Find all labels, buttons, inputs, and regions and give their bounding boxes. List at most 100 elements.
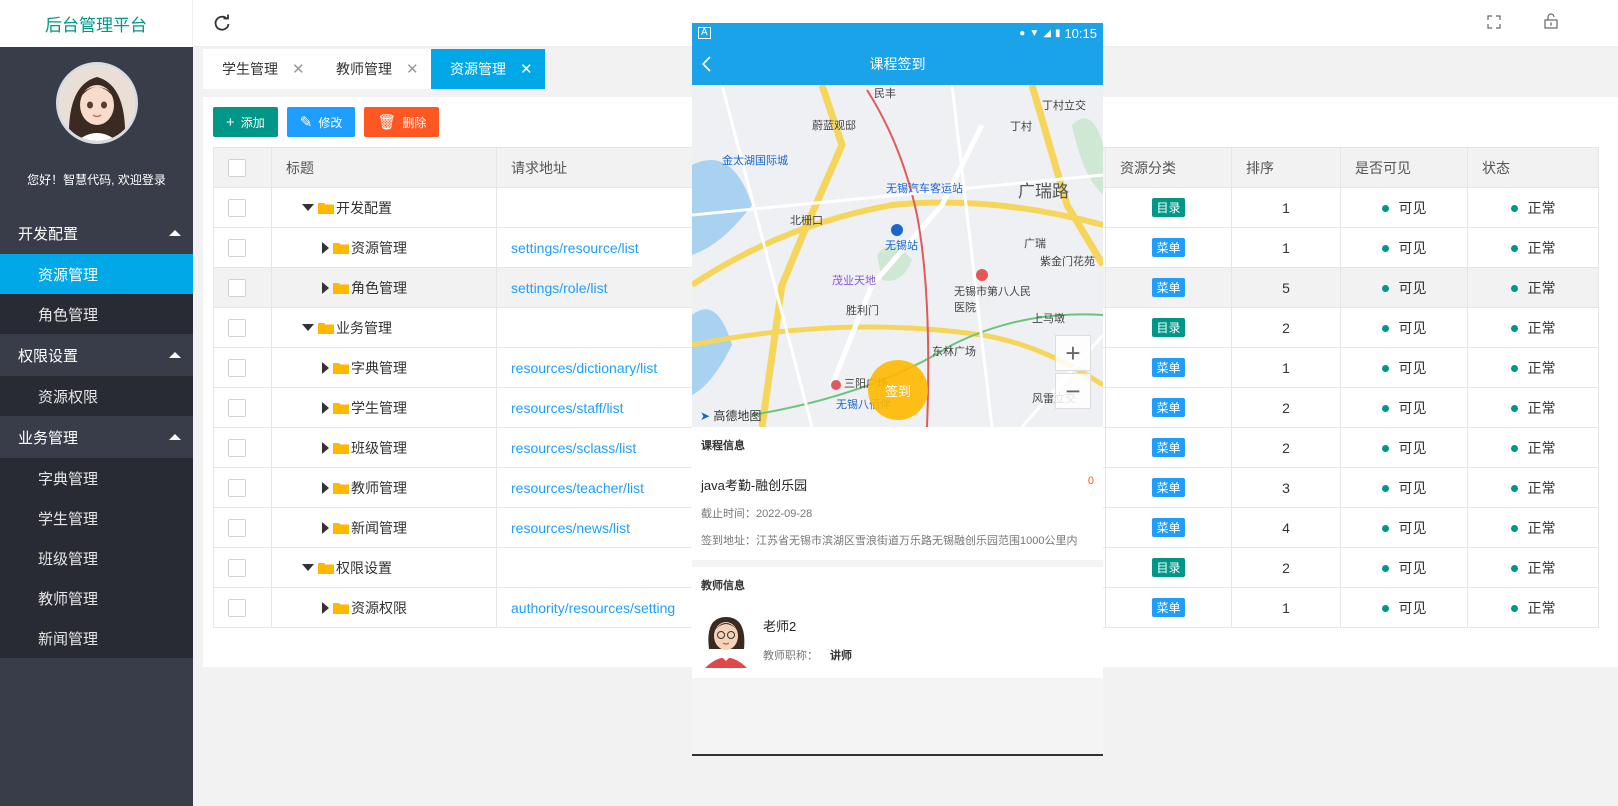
map-label: 广瑞 bbox=[1024, 238, 1046, 250]
tab-resource-management[interactable]: 资源管理 ✕ bbox=[431, 49, 545, 89]
checkin-button[interactable]: 签到 bbox=[868, 360, 928, 420]
caret-down-icon[interactable] bbox=[302, 204, 314, 211]
sidebar-item-resource-management[interactable]: 资源管理 bbox=[0, 254, 193, 294]
row-url[interactable]: resources/sclass/list bbox=[511, 440, 636, 456]
row-title: 开发配置 bbox=[336, 199, 392, 216]
row-checkbox[interactable] bbox=[228, 238, 246, 257]
zoom-out-button[interactable]: − bbox=[1055, 373, 1091, 409]
caret-right-icon[interactable] bbox=[322, 401, 329, 414]
phone-app-bar: 课程签到 bbox=[692, 43, 1103, 85]
caret-right-icon[interactable] bbox=[322, 521, 329, 534]
select-all-checkbox[interactable] bbox=[228, 158, 246, 177]
column-header-status[interactable]: 状态 bbox=[1467, 147, 1599, 188]
row-checkbox[interactable] bbox=[228, 598, 246, 617]
visible-cell: 可见 bbox=[1340, 507, 1468, 548]
row-checkbox[interactable] bbox=[228, 478, 246, 497]
refresh-icon[interactable] bbox=[213, 14, 231, 32]
row-checkbox[interactable] bbox=[228, 278, 246, 297]
teacher-title-value: 讲师 bbox=[830, 650, 852, 662]
row-checkbox[interactable] bbox=[228, 198, 246, 217]
add-button[interactable]: + 添加 bbox=[213, 107, 278, 137]
back-icon[interactable] bbox=[700, 54, 714, 74]
row-checkbox[interactable] bbox=[228, 358, 246, 377]
amap-logo: ➤ 高德地图 bbox=[700, 407, 761, 424]
status-text: 正常 bbox=[1527, 559, 1556, 576]
url-cell bbox=[496, 187, 697, 228]
category-badge: 菜单 bbox=[1152, 238, 1185, 257]
status-dot-icon bbox=[1381, 325, 1389, 333]
sort-cell: 3 bbox=[1231, 467, 1341, 508]
category-badge: 菜单 bbox=[1152, 438, 1185, 457]
status-text: 正常 bbox=[1527, 319, 1556, 336]
zoom-in-button[interactable]: + bbox=[1055, 335, 1091, 371]
caret-right-icon[interactable] bbox=[322, 441, 329, 454]
sidebar-item-resource-permission[interactable]: 资源权限 bbox=[0, 376, 193, 416]
caret-down-icon[interactable] bbox=[302, 564, 314, 571]
delete-button[interactable]: 🗑 删除 bbox=[364, 107, 440, 137]
row-checkbox[interactable] bbox=[228, 398, 246, 417]
menu-group-permission: 权限设置 资源权限 bbox=[0, 334, 193, 416]
sidebar-item-students[interactable]: 学生管理 bbox=[0, 498, 193, 538]
close-icon[interactable]: ✕ bbox=[520, 60, 533, 78]
avatar[interactable] bbox=[55, 62, 138, 144]
row-checkbox[interactable] bbox=[228, 318, 246, 337]
sidebar-item-teachers[interactable]: 教师管理 bbox=[0, 578, 193, 618]
row-checkbox[interactable] bbox=[228, 518, 246, 537]
status-cell: 正常 bbox=[1467, 227, 1599, 268]
column-header-visible[interactable]: 是否可见 bbox=[1340, 147, 1468, 188]
edit-button[interactable]: ✎ 修改 bbox=[286, 107, 356, 137]
row-checkbox[interactable] bbox=[228, 438, 246, 457]
sort-cell: 1 bbox=[1231, 587, 1341, 628]
caret-right-icon[interactable] bbox=[322, 361, 329, 374]
toolbar: + 添加 ✎ 修改 🗑 删除 bbox=[213, 107, 440, 137]
tab-teacher-management[interactable]: 教师管理 ✕ bbox=[317, 49, 431, 89]
column-header-category[interactable]: 资源分类 bbox=[1105, 147, 1232, 188]
column-header-url[interactable]: 请求地址 bbox=[496, 147, 697, 188]
row-url[interactable]: resources/teacher/list bbox=[511, 480, 644, 496]
sidebar-item-news[interactable]: 新闻管理 bbox=[0, 618, 193, 658]
visible-text: 可见 bbox=[1398, 559, 1427, 576]
row-url[interactable]: resources/staff/list bbox=[511, 400, 624, 416]
sidebar-item-classes[interactable]: 班级管理 bbox=[0, 538, 193, 578]
tab-student-management[interactable]: 学生管理 ✕ bbox=[203, 49, 317, 89]
status-text: 正常 bbox=[1527, 239, 1556, 256]
sidebar-item-role-management[interactable]: 角色管理 bbox=[0, 294, 193, 334]
category-badge: 菜单 bbox=[1152, 478, 1185, 497]
row-url[interactable]: settings/role/list bbox=[511, 280, 607, 296]
sidebar: 后台管理平台 您好！智慧代码, 欢迎登录 开发配置 资源管理 角色管理 权限设置… bbox=[0, 0, 193, 806]
caret-right-icon[interactable] bbox=[322, 481, 329, 494]
close-icon[interactable]: ✕ bbox=[292, 60, 305, 78]
menu-group-title-dev[interactable]: 开发配置 bbox=[0, 212, 193, 254]
row-url[interactable]: settings/resource/list bbox=[511, 240, 639, 256]
map-view[interactable]: 民丰 丁村立交 蔚蓝观邸 丁村 金太湖国际城 无锡汽车客运站 广瑞路 北栅口 无… bbox=[692, 85, 1103, 427]
status-dot-icon bbox=[1381, 405, 1389, 413]
row-url[interactable]: authority/resources/setting bbox=[511, 600, 675, 616]
sidebar-item-dictionary[interactable]: 字典管理 bbox=[0, 458, 193, 498]
row-url[interactable]: resources/dictionary/list bbox=[511, 360, 657, 376]
status-text: 正常 bbox=[1527, 359, 1556, 376]
row-title: 业务管理 bbox=[336, 319, 392, 336]
column-header-sort[interactable]: 排序 bbox=[1231, 147, 1341, 188]
status-dot-icon bbox=[1510, 405, 1518, 413]
menu-group-label: 业务管理 bbox=[18, 429, 79, 447]
row-title: 资源权限 bbox=[351, 599, 407, 616]
close-icon[interactable]: ✕ bbox=[406, 60, 419, 78]
checkbox-cell bbox=[213, 347, 272, 388]
caret-right-icon[interactable] bbox=[322, 241, 329, 254]
menu-group-title-business[interactable]: 业务管理 bbox=[0, 416, 193, 458]
lock-icon[interactable] bbox=[1544, 13, 1558, 29]
caret-down-icon[interactable] bbox=[302, 324, 314, 331]
caret-right-icon[interactable] bbox=[322, 281, 329, 294]
column-header-title[interactable]: 标题 bbox=[271, 147, 497, 188]
title-tree-node: 教师管理 bbox=[286, 478, 482, 498]
caret-right-icon[interactable] bbox=[322, 601, 329, 614]
checkbox-cell bbox=[213, 467, 272, 508]
menu-group-title-permission[interactable]: 权限设置 bbox=[0, 334, 193, 376]
status-dot-icon bbox=[1381, 485, 1389, 493]
status-text: 正常 bbox=[1527, 599, 1556, 616]
row-checkbox[interactable] bbox=[228, 558, 246, 577]
title-cell: 班级管理 bbox=[271, 427, 497, 468]
row-url[interactable]: resources/news/list bbox=[511, 520, 630, 536]
fullscreen-icon[interactable] bbox=[1487, 15, 1501, 29]
checkbox-cell bbox=[213, 307, 272, 348]
